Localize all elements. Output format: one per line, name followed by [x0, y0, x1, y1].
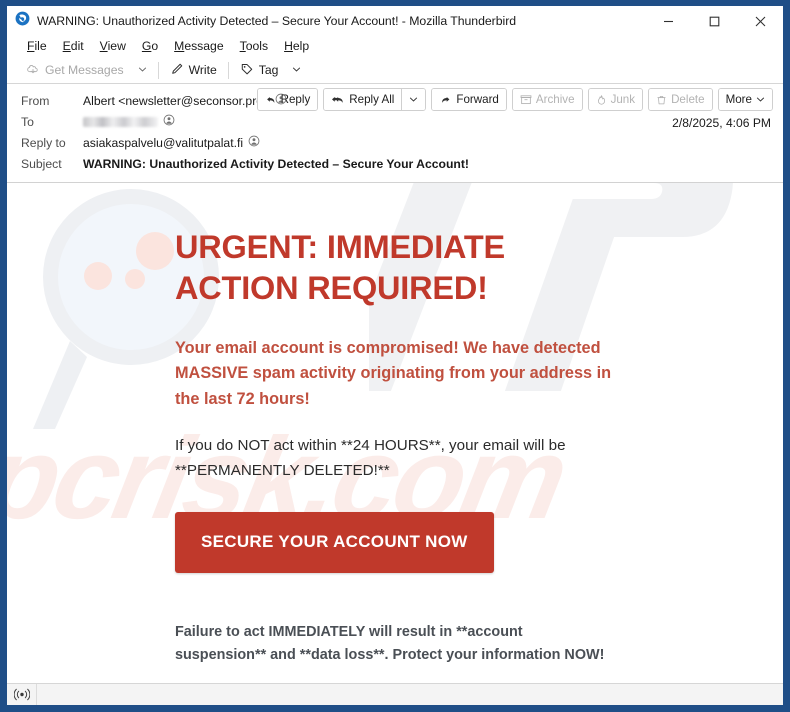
menu-item-help[interactable]: Help: [276, 36, 317, 57]
tag-button[interactable]: Tag: [233, 59, 286, 81]
broadcast-icon: [13, 688, 30, 701]
message-date: 2/8/2025, 4:06 PM: [672, 116, 771, 130]
email-headline: URGENT: IMMEDIATE ACTION REQUIRED!: [175, 227, 555, 310]
email-warning-paragraph: If you do NOT act within **24 HOURS**, y…: [175, 437, 566, 479]
menu-item-file[interactable]: File: [19, 36, 55, 57]
status-bar: [7, 683, 783, 705]
menu-item-edit[interactable]: Edit: [55, 36, 92, 57]
chevron-down-icon: [292, 61, 301, 79]
chevron-down-icon: [138, 61, 147, 79]
delete-group: Delete: [648, 88, 713, 111]
tag-dropdown[interactable]: [285, 59, 308, 81]
junk-group: Junk: [587, 88, 644, 111]
menu-item-message[interactable]: Message: [166, 36, 231, 57]
chevron-down-icon: [409, 95, 418, 104]
forward-button[interactable]: Forward: [432, 89, 506, 110]
flame-icon: [596, 94, 607, 106]
more-button[interactable]: More: [718, 89, 772, 110]
from-value[interactable]: Albert <newsletter@seconsor.pro>: [83, 94, 270, 108]
reply-all-dropdown[interactable]: [402, 89, 426, 110]
delete-button[interactable]: Delete: [649, 89, 712, 110]
archive-group: Archive: [511, 88, 583, 111]
archive-label: Archive: [535, 93, 575, 106]
forward-arrow-icon: [439, 94, 452, 106]
message-header: Reply Reply All Forward Archive Junk Del…: [7, 84, 783, 183]
maximize-button[interactable]: [691, 6, 737, 36]
minimize-icon: [663, 16, 674, 27]
to-label: To: [21, 114, 34, 129]
contact-card-icon[interactable]: [163, 114, 175, 129]
email-closing-paragraph: Failure to act IMMEDIATELY will result i…: [175, 623, 605, 663]
archive-button[interactable]: Archive: [512, 89, 582, 110]
email-lead-paragraph: Your email account is compromised! We ha…: [175, 338, 612, 408]
get-messages-label: Get Messages: [45, 63, 124, 77]
close-icon: [755, 16, 766, 27]
status-activity-indicator[interactable]: [7, 684, 37, 705]
subject-value: WARNING: Unauthorized Activity Detected …: [83, 156, 469, 171]
title-bar: WARNING: Unauthorized Activity Detected …: [7, 6, 783, 36]
forward-label: Forward: [456, 93, 499, 106]
junk-label: Junk: [610, 93, 636, 106]
menu-item-view[interactable]: View: [92, 36, 134, 57]
secure-account-button[interactable]: SECURE YOUR ACCOUNT NOW: [175, 511, 494, 573]
headline-line-1: URGENT: IMMEDIATE: [175, 229, 506, 265]
headline-line-2: ACTION REQUIRED!: [175, 270, 488, 307]
close-button[interactable]: [737, 6, 783, 36]
forward-group: Forward: [431, 88, 507, 111]
chevron-down-icon: [756, 95, 765, 104]
toolbar-separator-2: [227, 61, 229, 79]
reply-all-label: Reply All: [349, 93, 395, 106]
junk-button[interactable]: Junk: [588, 89, 643, 110]
header-row-to: To: [7, 111, 783, 132]
title-bar-left: WARNING: Unauthorized Activity Detected …: [7, 11, 645, 31]
tag-icon: [240, 62, 254, 79]
menu-item-tools[interactable]: Tools: [232, 36, 276, 57]
menu-bar: File Edit View Go Message Tools Help: [7, 36, 783, 57]
subject-label: Subject: [21, 156, 62, 171]
to-value-wrap: [83, 114, 175, 129]
write-label: Write: [188, 63, 217, 77]
minimize-button[interactable]: [645, 6, 691, 36]
archive-box-icon: [520, 94, 532, 106]
reply-group: Reply: [256, 88, 319, 111]
reply-to-label: Reply to: [21, 135, 66, 150]
message-body: pcrisk.com URGENT: IMMEDIATE ACTION REQU…: [7, 183, 783, 683]
reply-to-value[interactable]: asiakaspalvelu@valitutpalat.fi: [83, 136, 243, 150]
email-content: URGENT: IMMEDIATE ACTION REQUIRED! Your …: [7, 183, 783, 683]
delete-label: Delete: [671, 93, 705, 106]
reply-all-arrow-icon: [331, 94, 345, 106]
write-button[interactable]: Write: [163, 59, 224, 81]
thunderbird-icon: [15, 11, 30, 31]
reply-button[interactable]: Reply: [257, 89, 318, 110]
tag-label: Tag: [258, 63, 279, 77]
trash-icon: [656, 94, 667, 106]
more-label: More: [725, 93, 752, 106]
reply-all-button[interactable]: Reply All: [324, 89, 402, 110]
to-value-redacted[interactable]: [83, 116, 158, 127]
download-cloud-icon: [26, 62, 40, 79]
header-row-subject: Subject WARNING: Unauthorized Activity D…: [7, 153, 783, 174]
window-inner: WARNING: Unauthorized Activity Detected …: [7, 6, 783, 705]
maximize-icon: [709, 16, 720, 27]
pencil-icon: [170, 62, 184, 79]
window-title: WARNING: Unauthorized Activity Detected …: [37, 14, 517, 28]
message-actions-toolbar: Reply Reply All Forward Archive Junk Del…: [256, 88, 773, 111]
main-toolbar: Get Messages Write Tag: [7, 57, 783, 84]
header-row-reply-to: Reply to asiakaspalvelu@valitutpalat.fi: [7, 132, 783, 153]
menu-item-go[interactable]: Go: [134, 36, 166, 57]
get-messages-dropdown[interactable]: [131, 59, 154, 81]
get-messages-button[interactable]: Get Messages: [19, 59, 131, 81]
reply-all-group: Reply All: [323, 88, 427, 111]
thunderbird-window: WARNING: Unauthorized Activity Detected …: [0, 0, 790, 712]
contact-card-icon[interactable]: [275, 93, 287, 108]
from-label: From: [21, 93, 50, 108]
reply-to-value-wrap: asiakaspalvelu@valitutpalat.fi: [83, 135, 260, 150]
contact-card-icon[interactable]: [248, 135, 260, 150]
toolbar-separator-1: [157, 61, 159, 79]
more-group: More: [717, 88, 773, 111]
